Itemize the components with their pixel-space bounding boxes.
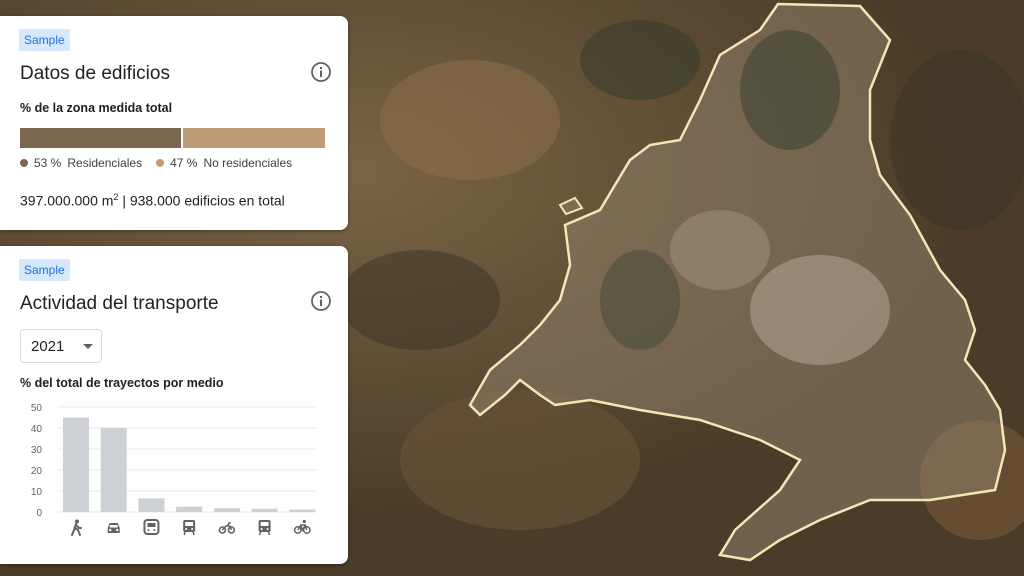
chevron-down-icon (83, 344, 93, 349)
y-tick-label: 0 (36, 508, 42, 519)
motorcycle-icon (218, 522, 236, 534)
year-value: 2021 (31, 338, 65, 355)
terrain-patch (380, 60, 560, 180)
buildings-card: Sample Datos de edificios % de la zona m… (0, 16, 348, 230)
train-icon (258, 520, 271, 536)
terrain-patch (580, 20, 700, 100)
y-tick-label: 50 (31, 403, 43, 414)
info-icon[interactable] (310, 290, 332, 312)
card-title: Datos de edificios (20, 63, 170, 84)
bar-car[interactable] (100, 428, 127, 512)
terrain-patch (890, 50, 1024, 230)
non-residential-dot (156, 159, 165, 167)
y-tick-label: 10 (31, 487, 43, 498)
bar-tram[interactable] (176, 506, 203, 512)
bicycle-icon (293, 519, 311, 534)
transport-card: Sample Actividad del transporte 2021 % d… (0, 246, 348, 564)
building-totals: 397.000.000 m2 | 938.000 edificios en to… (20, 192, 285, 209)
sample-badge: Sample (19, 259, 70, 281)
residential-bar (20, 128, 181, 148)
terrain-patch (400, 390, 640, 530)
bar-bicycle[interactable] (289, 509, 316, 512)
area-value: 397.000.000 m (20, 192, 114, 209)
bar-motorcycle[interactable] (213, 508, 240, 512)
residential-dot (20, 159, 28, 167)
non-residential-label: No residenciales (203, 156, 293, 170)
card-title: Actividad del transporte (20, 293, 219, 314)
sample-badge: Sample (19, 29, 70, 51)
urban-area (750, 255, 890, 365)
y-tick-label: 30 (31, 445, 43, 456)
year-dropdown[interactable]: 2021 (20, 329, 102, 363)
transport-bar-chart: 0 10 20 30 40 50 (31, 403, 316, 536)
urban-area (670, 210, 770, 290)
terrain-patch (340, 250, 500, 350)
car-icon (107, 523, 120, 533)
section-subtitle: % de la zona medida total (20, 101, 173, 115)
legend: 53 % Residenciales 47 % No residenciales (20, 156, 292, 170)
bus-icon (143, 519, 160, 535)
non-residential-percent: 47 % (170, 156, 198, 170)
bar-train[interactable] (251, 508, 278, 512)
residential-percent: 53 % (34, 156, 62, 170)
separator: | (122, 192, 126, 209)
y-tick-label: 40 (31, 424, 43, 435)
forest-area (740, 30, 840, 150)
info-icon[interactable] (310, 61, 332, 83)
chart-subtitle: % del total de trayectos por medio (20, 376, 224, 390)
bar-walk[interactable] (63, 417, 89, 513)
y-tick-label: 20 (31, 466, 43, 477)
forest-area (600, 250, 680, 350)
tram-icon (183, 520, 196, 536)
area-unit-superscript: 2 (113, 192, 119, 202)
buildings-total: 938.000 edificios en total (129, 192, 285, 209)
bar-bus[interactable] (138, 498, 165, 512)
walk-icon (71, 519, 82, 536)
non-residential-bar (182, 128, 325, 148)
residential-label: Residenciales (67, 156, 143, 170)
